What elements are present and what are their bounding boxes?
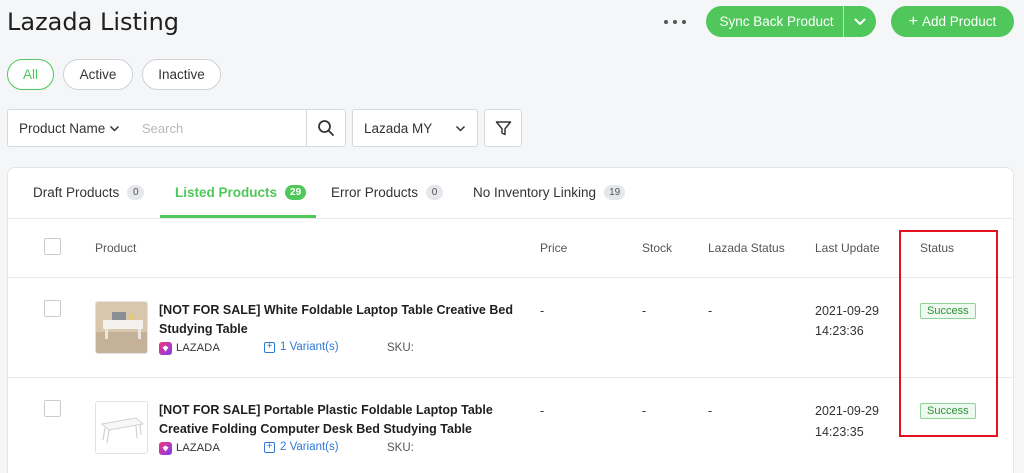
chevron-down-icon: [455, 125, 466, 132]
platform-name: LAZADA: [176, 342, 220, 354]
divider: [8, 377, 1013, 378]
tab-label: No Inventory Linking: [473, 185, 597, 200]
sync-back-product-label[interactable]: Sync Back Product: [706, 6, 844, 37]
price-value: -: [540, 304, 545, 318]
row-checkbox[interactable]: [44, 300, 61, 317]
platform-tag: LAZADA: [159, 441, 220, 455]
tab-no-inventory-linking[interactable]: No Inventory Linking 19: [473, 167, 626, 218]
tab-listed-products[interactable]: Listed Products 29: [175, 167, 307, 218]
tab-count-badge: 0: [127, 185, 145, 200]
search-icon: [318, 120, 334, 136]
product-name[interactable]: [NOT FOR SALE] Portable Plastic Foldable…: [159, 401, 519, 439]
tab-count-badge: 0: [426, 185, 444, 200]
expand-icon: +: [264, 441, 275, 453]
product-thumbnail[interactable]: [95, 401, 148, 454]
column-header-last-update: Last Update: [815, 241, 880, 255]
filter-pill-inactive[interactable]: Inactive: [142, 59, 221, 90]
last-update-time: 14:23:36: [815, 324, 864, 338]
search-button[interactable]: [306, 109, 346, 147]
tab-error-products[interactable]: Error Products 0: [331, 167, 444, 218]
price-value: -: [540, 404, 545, 418]
filter-icon: [495, 120, 511, 135]
divider: [8, 277, 1013, 278]
variant-count: 2 Variant(s): [280, 441, 339, 453]
variant-count: 1 Variant(s): [280, 341, 339, 353]
add-product-button[interactable]: + Add Product: [891, 6, 1014, 37]
row-checkbox[interactable]: [44, 400, 61, 417]
platform-name: LAZADA: [176, 442, 220, 454]
select-all-checkbox[interactable]: [44, 238, 61, 255]
lazada-logo-icon: [159, 441, 172, 455]
tab-label: Listed Products: [175, 185, 278, 200]
product-thumbnail[interactable]: [95, 301, 148, 354]
tab-label: Draft Products: [33, 185, 120, 200]
stock-value: -: [642, 404, 647, 418]
tab-draft-products[interactable]: Draft Products 0: [33, 167, 145, 218]
column-header-product: Product: [95, 241, 137, 255]
column-header-stock: Stock: [642, 241, 673, 255]
search-field-label: Product Name: [19, 120, 106, 136]
variant-link[interactable]: + 2 Variant(s): [264, 441, 339, 453]
column-header-price: Price: [540, 241, 568, 255]
divider: [8, 218, 1013, 219]
search-field-select[interactable]: Product Name: [7, 109, 132, 147]
variant-link[interactable]: + 1 Variant(s): [264, 341, 339, 353]
sku-label: SKU:: [387, 342, 414, 354]
stock-value: -: [642, 304, 647, 318]
expand-icon: +: [264, 341, 275, 353]
column-header-lazada-status: Lazada Status: [708, 241, 785, 255]
add-product-label: Add Product: [922, 14, 997, 29]
store-select-label: Lazada MY: [364, 120, 433, 136]
page-title: Lazada Listing: [7, 8, 180, 36]
status-highlight-box: [899, 230, 998, 437]
last-update-date: 2021-09-29: [815, 304, 879, 318]
lazada-status-value: -: [708, 304, 713, 318]
filter-pill-all[interactable]: All: [7, 59, 54, 90]
sku-label: SKU:: [387, 442, 414, 454]
tab-count-badge: 29: [285, 185, 307, 200]
filter-button[interactable]: [484, 109, 522, 147]
chevron-down-icon[interactable]: [844, 6, 876, 37]
lazada-logo-icon: [159, 341, 172, 355]
store-select[interactable]: Lazada MY: [352, 109, 478, 147]
last-update-date: 2021-09-29: [815, 404, 879, 418]
tab-label: Error Products: [331, 185, 419, 200]
chevron-down-icon: [109, 125, 120, 132]
filter-pill-active[interactable]: Active: [63, 59, 133, 90]
more-dots-icon[interactable]: [664, 12, 686, 32]
last-update-time: 14:23:35: [815, 425, 864, 439]
tab-count-badge: 19: [604, 185, 626, 200]
plus-icon: +: [908, 12, 919, 30]
product-name[interactable]: [NOT FOR SALE] White Foldable Laptop Tab…: [159, 301, 519, 339]
platform-tag: LAZADA: [159, 341, 220, 355]
search-input[interactable]: [131, 109, 307, 147]
lazada-status-value: -: [708, 404, 713, 418]
sync-back-product-button[interactable]: Sync Back Product: [706, 6, 876, 37]
